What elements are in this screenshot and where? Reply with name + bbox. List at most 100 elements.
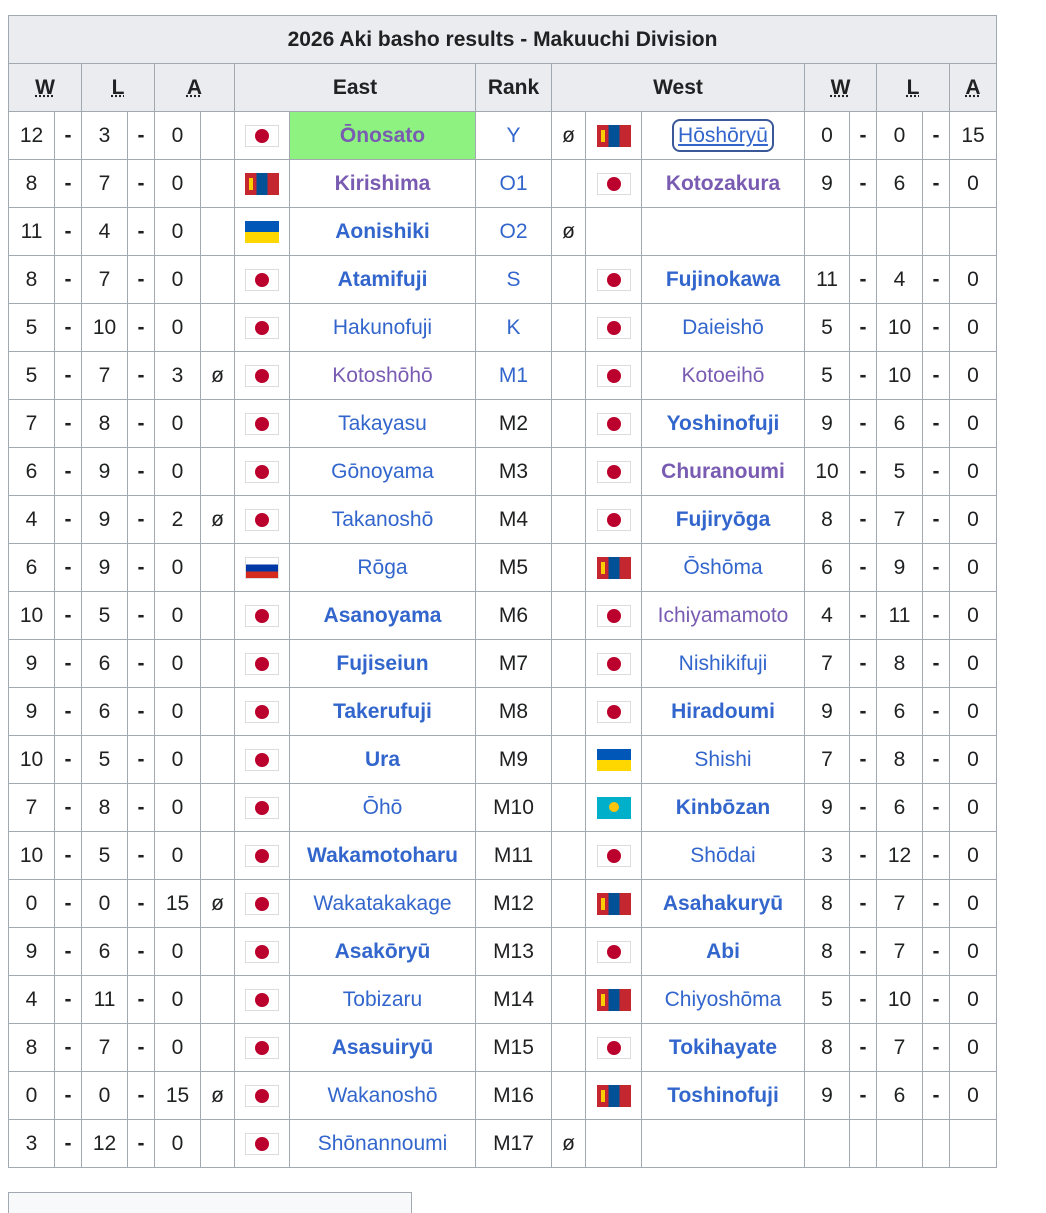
rikishi-link-asanoyama[interactable]: Asanoyama (324, 604, 442, 627)
rikishi-link-aonishiki[interactable]: Aonishiki (335, 220, 430, 243)
header-west-absences[interactable]: A (948, 63, 998, 112)
rikishi-link-atamifuji[interactable]: Atamifuji (338, 268, 428, 291)
rikishi-link-wakatakakage[interactable]: Wakatakakage (313, 892, 451, 915)
header-west-wins[interactable]: W (804, 63, 877, 112)
separator (849, 1119, 877, 1168)
west-flag-cell (585, 831, 642, 880)
rikishi-link-kinbozan[interactable]: Kinbōzan (676, 796, 771, 819)
east-absences: 0 (154, 303, 201, 352)
rikishi-link-kotoshoho[interactable]: Kotoshōhō (332, 364, 432, 387)
west-absent-marker (551, 351, 586, 400)
rikishi-link-chiyoshoma[interactable]: Chiyoshōma (665, 988, 782, 1011)
east-wins: 12 (8, 111, 55, 160)
east-flag-cell (234, 1071, 290, 1120)
west-wins: 5 (804, 975, 850, 1024)
rikishi-link-takayasu[interactable]: Takayasu (338, 412, 427, 435)
east-flag-cell (234, 159, 290, 208)
rikishi-link-hakunofuji[interactable]: Hakunofuji (333, 316, 432, 339)
separator: - (127, 255, 155, 304)
east-absences: 0 (154, 639, 201, 688)
rikishi-link-oshoma[interactable]: Ōshōma (683, 556, 762, 579)
rikishi-link-fujiryoga[interactable]: Fujiryōga (676, 508, 771, 531)
separator: - (849, 831, 877, 880)
rikishi-link-tobizaru[interactable]: Tobizaru (343, 988, 422, 1011)
rank-cell[interactable]: O2 (475, 207, 552, 256)
rank-cell[interactable]: M1 (475, 351, 552, 400)
east-wins: 11 (8, 207, 55, 256)
rikishi-link-tokihayate[interactable]: Tokihayate (669, 1036, 777, 1059)
header-west-losses[interactable]: L (876, 63, 950, 112)
rikishi-link-takerufuji[interactable]: Takerufuji (333, 700, 432, 723)
header-east-absences[interactable]: A (154, 63, 235, 112)
east-losses: 3 (81, 111, 128, 160)
rank-cell[interactable]: S (475, 255, 552, 304)
west-wins: 9 (804, 159, 850, 208)
separator: - (849, 1071, 877, 1120)
separator: - (127, 543, 155, 592)
west-rikishi: Abi (641, 927, 805, 976)
rikishi-link-nishikifuji[interactable]: Nishikifuji (679, 652, 768, 675)
rank-cell[interactable]: K (475, 303, 552, 352)
rikishi-link-daieisho[interactable]: Daieishō (682, 316, 764, 339)
rikishi-link-churanoumi[interactable]: Churanoumi (661, 460, 785, 483)
west-absent-marker (551, 1071, 586, 1120)
rikishi-link-kirishima[interactable]: Kirishima (335, 172, 431, 195)
rikishi-link-ura[interactable]: Ura (365, 748, 400, 771)
rikishi-link-oho[interactable]: Ōhō (363, 796, 403, 819)
east-absent-marker (200, 543, 235, 592)
jp-flag-icon (596, 268, 631, 291)
west-rikishi (641, 207, 805, 256)
rikishi-link-shodai[interactable]: Shōdai (690, 844, 755, 867)
east-rikishi: Aonishiki (289, 207, 476, 256)
rikishi-link-roga[interactable]: Rōga (357, 556, 407, 579)
table-row: 9-6-0 Takerufuji M8 Hiradoumi 9-6-0 (8, 687, 998, 736)
table-title: 2026 Aki basho results - Makuuchi Divisi… (7, 15, 998, 64)
west-losses: 7 (876, 879, 923, 928)
east-absent-marker: ø (200, 879, 235, 928)
rikishi-link-ichiyamamoto[interactable]: Ichiyamamoto (658, 604, 789, 627)
rikishi-link-fujinokawa[interactable]: Fujinokawa (666, 268, 780, 291)
west-flag-cell (585, 399, 642, 448)
rikishi-link-asahakuryu[interactable]: Asahakuryū (663, 892, 783, 915)
separator: - (849, 879, 877, 928)
west-flag-cell (585, 111, 642, 160)
west-rikishi: Toshinofuji (641, 1071, 805, 1120)
rank-cell[interactable]: Y (475, 111, 552, 160)
east-flag-cell (234, 399, 290, 448)
rikishi-link-wakamotoharu[interactable]: Wakamotoharu (307, 844, 458, 867)
rikishi-link-wakanosho[interactable]: Wakanoshō (327, 1084, 437, 1107)
rikishi-link-abi[interactable]: Abi (706, 940, 740, 963)
rikishi-link-kotoeiho[interactable]: Kotoeihō (682, 364, 765, 387)
rikishi-link-yoshinofuji[interactable]: Yoshinofuji (667, 412, 780, 435)
rikishi-link-fujiseiun[interactable]: Fujiseiun (336, 652, 428, 675)
jp-flag-icon (596, 604, 631, 627)
rikishi-link-asakoryu[interactable]: Asakōryū (335, 940, 431, 963)
west-absences: 0 (948, 927, 998, 976)
rikishi-link-hoshoryu[interactable]: Hōshōryū (672, 118, 774, 152)
rikishi-link-kotozakura[interactable]: Kotozakura (666, 172, 780, 195)
rank-cell[interactable]: O1 (475, 159, 552, 208)
east-absences: 0 (154, 111, 201, 160)
west-wins: 8 (804, 495, 850, 544)
rikishi-link-hiradoumi[interactable]: Hiradoumi (671, 700, 775, 723)
rikishi-link-shonannoumi[interactable]: Shōnannoumi (318, 1132, 448, 1155)
rikishi-link-onosato[interactable]: Ōnosato (340, 124, 425, 147)
rikishi-link-takanosho[interactable]: Takanoshō (332, 508, 434, 531)
east-flag-cell (234, 255, 290, 304)
west-absences: 0 (948, 879, 998, 928)
jp-flag-icon (245, 652, 279, 675)
east-absences: 0 (154, 975, 201, 1024)
header-east-losses[interactable]: L (81, 63, 155, 112)
jp-flag-icon (596, 508, 631, 531)
rikishi-link-asasuiryu[interactable]: Asasuiryū (332, 1036, 434, 1059)
jp-flag-icon (245, 1084, 279, 1107)
rikishi-link-shishi[interactable]: Shishi (694, 748, 751, 771)
table-row: 5-7-3 ø Kotoshōhō M1 Kotoeihō 5-10-0 (8, 351, 998, 400)
east-wins: 6 (8, 543, 55, 592)
rikishi-link-gonoyama[interactable]: Gōnoyama (331, 460, 434, 483)
west-losses: 6 (876, 159, 923, 208)
west-absent-marker (551, 1023, 586, 1072)
rikishi-link-toshinofuji[interactable]: Toshinofuji (667, 1084, 779, 1107)
header-east-wins[interactable]: W (8, 63, 82, 112)
separator: - (922, 159, 950, 208)
